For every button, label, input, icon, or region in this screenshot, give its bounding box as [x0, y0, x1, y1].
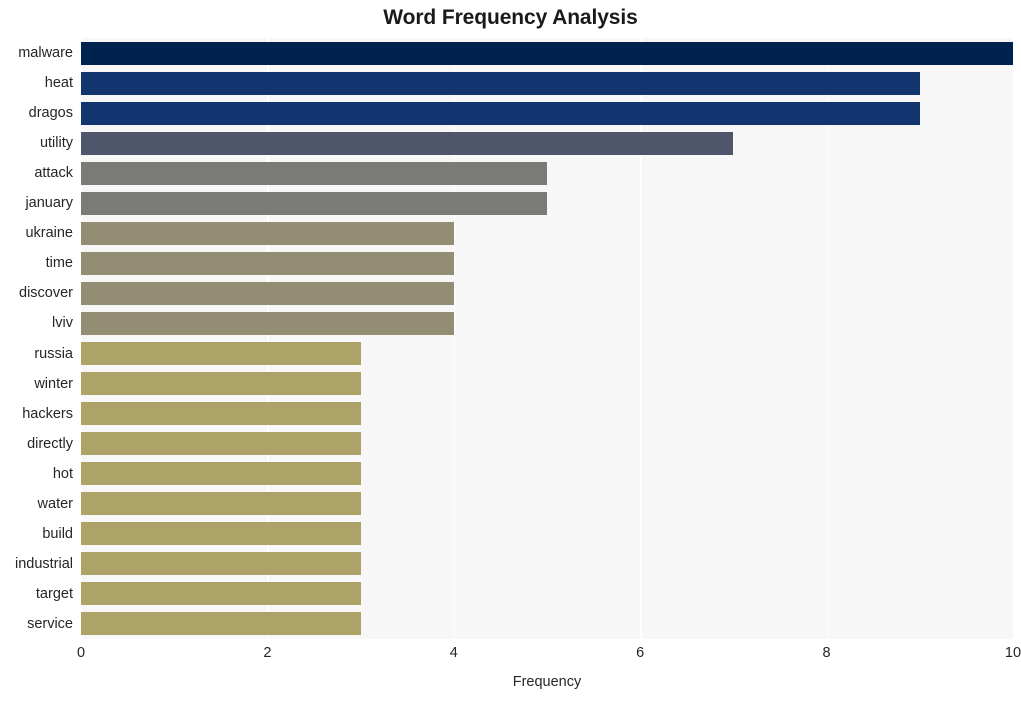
y-axis-label-industrial: industrial — [14, 555, 73, 572]
chart-title: Word Frequency Analysis — [383, 6, 638, 29]
y-axis-label-ukraine: ukraine — [25, 225, 73, 242]
bar-fill — [81, 71, 920, 95]
bar-fill — [81, 221, 454, 245]
bar-utility — [81, 131, 734, 155]
bar-fill — [81, 131, 734, 155]
word-frequency-chart: Word Frequency Analysis malware heat drago… — [0, 0, 1021, 701]
y-axis-label-service: service — [27, 615, 73, 632]
bar-attack — [81, 161, 547, 185]
x-tick-10: 10 — [1004, 645, 1021, 661]
y-axis-label-russia: russia — [34, 345, 73, 362]
bar-water — [81, 492, 361, 516]
y-axis-label-heat: heat — [44, 75, 73, 92]
x-tick-0: 0 — [76, 645, 86, 661]
y-axis-label-malware: malware — [18, 45, 73, 62]
x-axis-title: Frequency — [512, 674, 582, 690]
y-axis-label-hot: hot — [52, 465, 73, 482]
bar-fill — [81, 281, 454, 305]
y-axis-label-time: time — [45, 255, 73, 272]
bar-fill — [81, 492, 361, 516]
bar-discover — [81, 281, 454, 305]
y-axis-label-target: target — [35, 585, 73, 602]
y-axis-label-lviv: lviv — [52, 315, 73, 332]
bar-heat — [81, 71, 920, 95]
y-axis-label-winter: winter — [34, 375, 73, 392]
bar-fill — [81, 462, 361, 486]
bar-fill — [81, 311, 454, 335]
bar-fill — [81, 612, 361, 636]
y-axis-label-utility: utility — [39, 135, 73, 152]
y-axis-label-attack: attack — [34, 165, 73, 182]
bar-series — [81, 38, 1013, 639]
bar-fill — [81, 372, 361, 396]
bar-dragos — [81, 101, 920, 125]
bar-hot — [81, 462, 361, 486]
bar-build — [81, 522, 361, 546]
bar-industrial — [81, 552, 361, 576]
y-axis-label-hackers: hackers — [22, 405, 73, 422]
y-axis-labels: malware heat dragos utility attack january ukr… — [0, 38, 73, 639]
bar-russia — [81, 342, 361, 366]
plot-area — [81, 38, 1015, 639]
y-axis-label-january: january — [25, 195, 73, 212]
bar-fill — [81, 161, 547, 185]
bar-fill — [81, 522, 361, 546]
y-axis-label-dragos: dragos — [28, 105, 73, 122]
x-tick-6: 6 — [636, 645, 645, 661]
x-tick-8: 8 — [822, 645, 831, 661]
x-tick-4: 4 — [449, 645, 458, 661]
bar-ukraine — [81, 221, 454, 245]
x-tick-2: 2 — [263, 645, 272, 661]
bar-fill — [81, 191, 547, 215]
bar-fill — [81, 342, 361, 366]
y-axis-label-directly: directly — [27, 435, 73, 452]
bar-winter — [81, 372, 361, 396]
bar-malware — [81, 41, 1013, 65]
y-axis-label-water: water — [37, 495, 73, 512]
bar-fill — [81, 41, 1013, 65]
bar-hackers — [81, 402, 361, 426]
bar-january — [81, 191, 547, 215]
gridline-x-10 — [1013, 38, 1015, 639]
bar-fill — [81, 552, 361, 576]
bar-fill — [81, 432, 361, 456]
bar-service — [81, 612, 361, 636]
bar-target — [81, 582, 361, 606]
y-axis-label-discover: discover — [19, 285, 73, 302]
bar-directly — [81, 432, 361, 456]
bar-time — [81, 251, 454, 275]
y-axis-label-build: build — [42, 525, 73, 542]
bar-fill — [81, 402, 361, 426]
bar-lviv — [81, 311, 454, 335]
bar-fill — [81, 582, 361, 606]
x-axis-ticks: 0 2 4 6 8 10 — [77, 645, 1021, 667]
bar-fill — [81, 101, 920, 125]
bar-fill — [81, 251, 454, 275]
